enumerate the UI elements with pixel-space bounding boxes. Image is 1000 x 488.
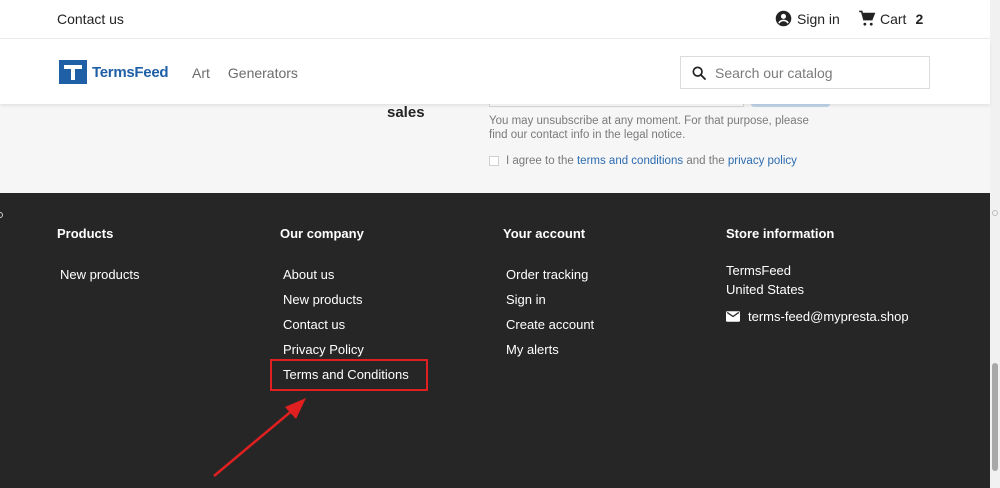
logo[interactable]: TermsFeed — [59, 60, 169, 84]
footer-link-about-us[interactable]: About us — [280, 267, 409, 292]
scroll-marker — [0, 212, 3, 218]
newsletter-title: sales — [387, 104, 425, 121]
cart-button[interactable]: Cart 2 — [858, 10, 923, 27]
consent-row: I agree to the terms and conditions and … — [489, 155, 797, 167]
store-email-link[interactable]: terms-feed@mypresta.shop — [726, 309, 909, 324]
user-icon — [775, 10, 792, 27]
terms-link[interactable]: terms and conditions — [577, 155, 683, 167]
nav-item-art[interactable]: Art — [192, 65, 210, 81]
nav-item-generators[interactable]: Generators — [228, 65, 298, 81]
privacy-link[interactable]: privacy policy — [728, 155, 797, 167]
cart-icon — [859, 10, 876, 26]
footer-link-privacy-policy[interactable]: Privacy Policy — [280, 342, 409, 367]
footer-link-order-tracking[interactable]: Order tracking — [503, 267, 594, 292]
footer-company: Our company About us New products Contac… — [280, 226, 409, 392]
footer-link-new-products[interactable]: New products — [57, 267, 139, 292]
site-footer: Products New products Our company About … — [0, 193, 990, 488]
cart-count: 2 — [915, 10, 924, 27]
consent-middle: and the — [686, 155, 725, 167]
store-name: TermsFeed — [726, 263, 792, 278]
footer-link-my-alerts[interactable]: My alerts — [503, 342, 594, 367]
footer-link-new-products[interactable]: New products — [280, 292, 409, 317]
sign-in-button[interactable]: Sign in — [775, 10, 840, 27]
footer-link-contact-us[interactable]: Contact us — [280, 317, 409, 342]
site-header: TermsFeed Art Generators — [0, 40, 990, 104]
footer-company-title: Our company — [280, 226, 364, 241]
sign-in-label: Sign in — [797, 10, 840, 27]
logo-text: TermsFeed — [92, 63, 169, 81]
consent-prefix: I agree to the — [506, 155, 574, 167]
footer-link-create-account[interactable]: Create account — [503, 317, 594, 342]
footer-products-title: Products — [57, 226, 114, 241]
main-nav: Art Generators — [192, 65, 298, 81]
cart-label: Cart — [880, 10, 907, 27]
footer-link-sign-in[interactable]: Sign in — [503, 292, 594, 317]
mail-icon — [726, 311, 740, 322]
consent-checkbox[interactable] — [489, 156, 499, 166]
contact-us-link[interactable]: Contact us — [57, 11, 124, 27]
footer-account: Your account Order tracking Sign in Crea… — [503, 226, 594, 367]
store-country: United States — [726, 282, 805, 297]
search-input[interactable] — [715, 64, 915, 81]
store-email: terms-feed@mypresta.shop — [748, 309, 909, 324]
newsletter-section: sales You may unsubscribe at any moment.… — [0, 98, 990, 193]
scroll-marker-right — [992, 210, 998, 216]
scrollbar-thumb[interactable] — [992, 363, 998, 471]
top-bar: Contact us Sign in Cart 2 — [0, 0, 990, 39]
search-box[interactable] — [680, 56, 930, 89]
newsletter-note: You may unsubscribe at any moment. For t… — [489, 115, 809, 141]
logo-icon — [59, 60, 87, 84]
footer-store-title: Store information — [726, 226, 835, 241]
search-icon — [692, 65, 706, 80]
page-scrollbar[interactable] — [990, 0, 1000, 488]
footer-products: Products New products — [57, 226, 139, 292]
footer-link-terms-and-conditions[interactable]: Terms and Conditions — [280, 367, 409, 392]
footer-store: Store information TermsFeed United State… — [726, 226, 909, 324]
footer-account-title: Your account — [503, 226, 586, 241]
